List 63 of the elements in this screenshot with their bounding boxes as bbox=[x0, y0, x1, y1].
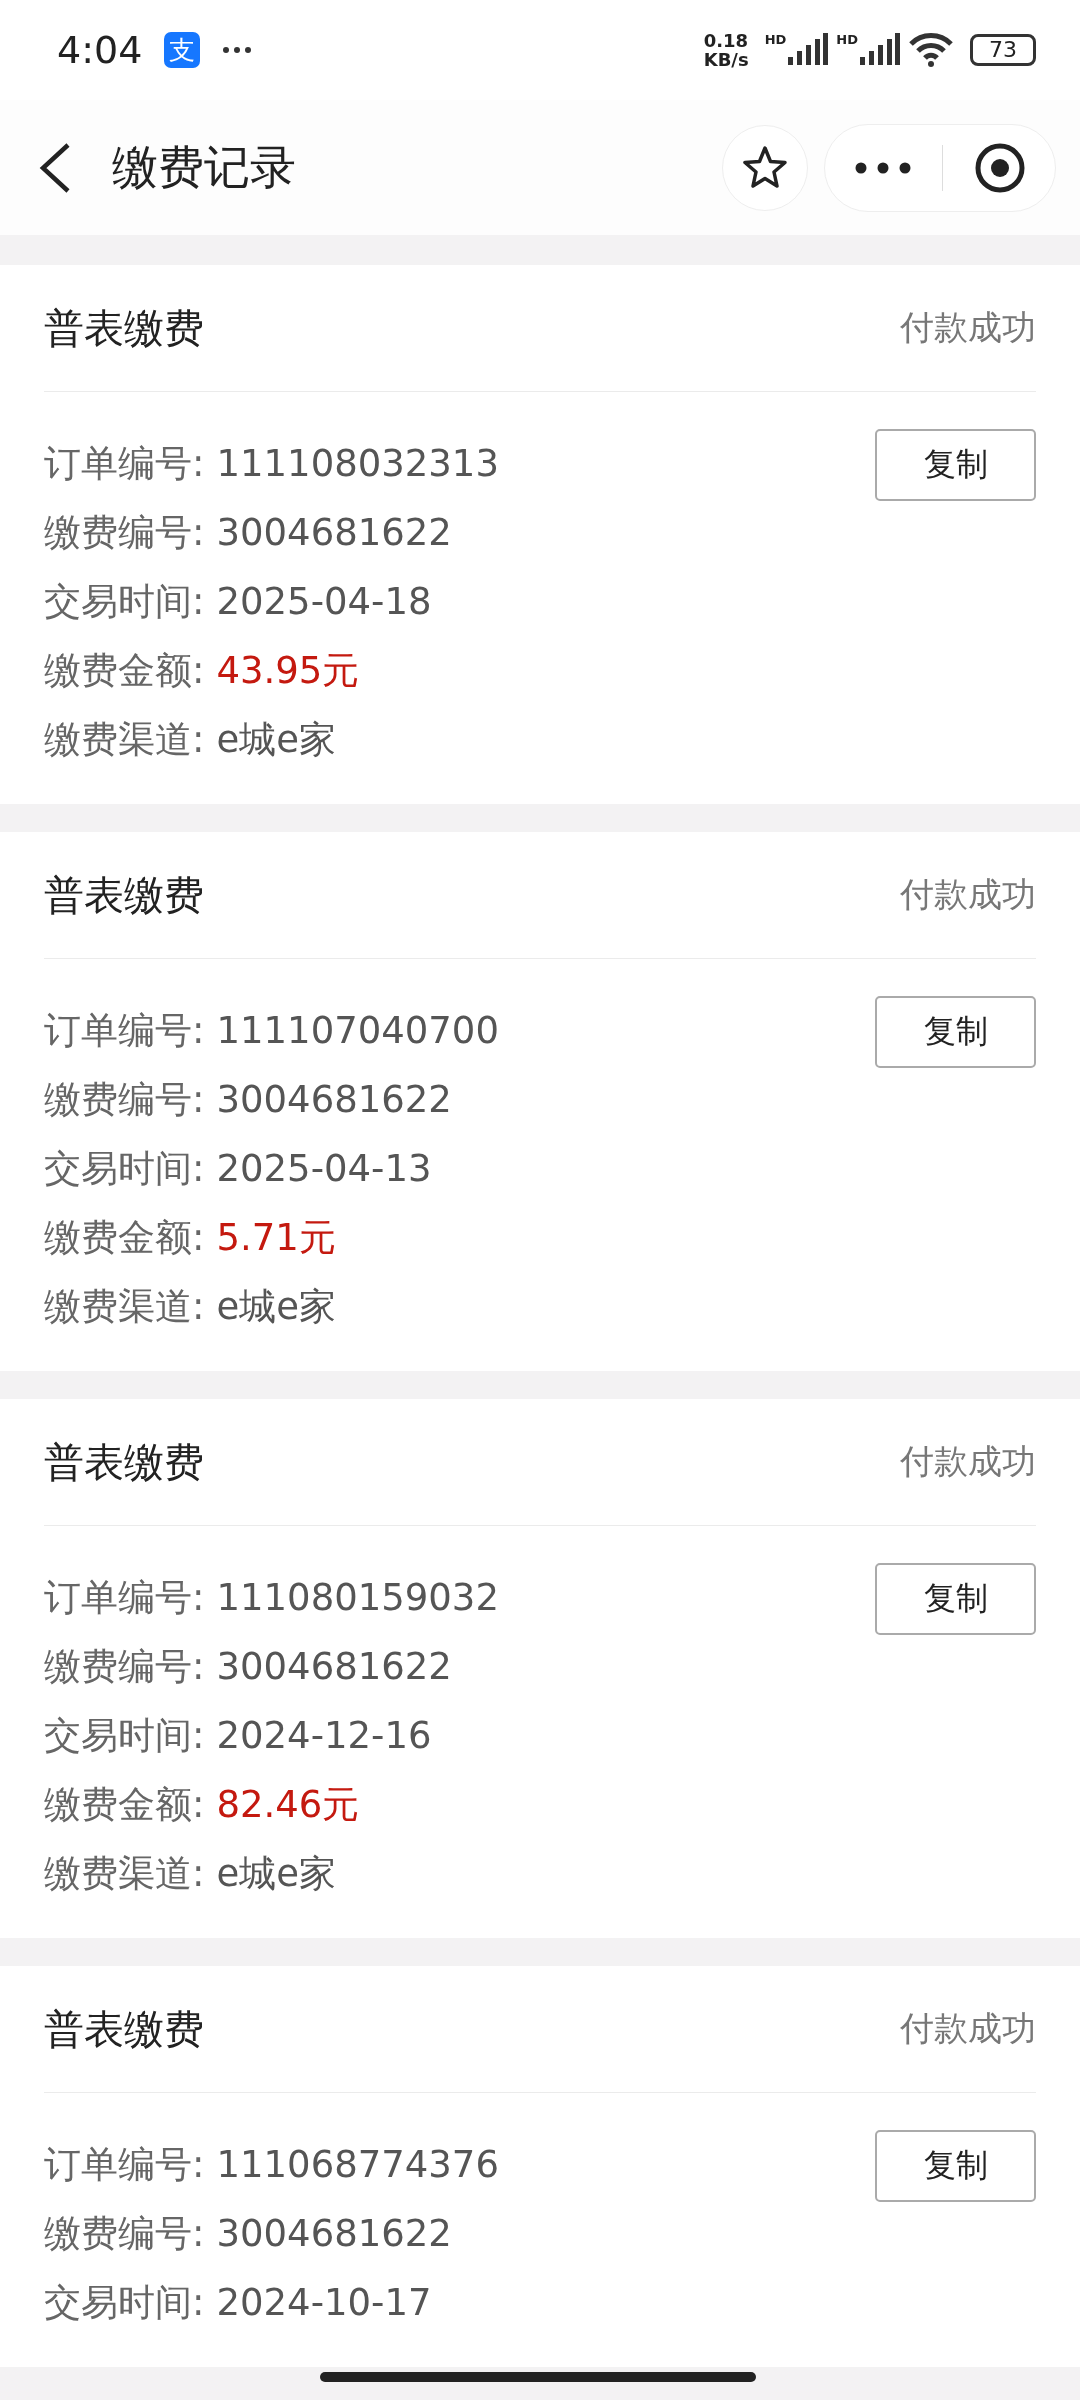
signal-icon bbox=[860, 33, 900, 67]
field-label: 交易时间: bbox=[44, 1145, 205, 1192]
field-label: 交易时间: bbox=[44, 2279, 205, 2326]
field-value: 111080159032 bbox=[216, 1576, 499, 1619]
close-icon[interactable] bbox=[973, 141, 1026, 194]
back-icon[interactable] bbox=[38, 141, 72, 194]
record-title: 普表缴费 bbox=[44, 2004, 204, 2054]
copy-button[interactable]: 复制 bbox=[875, 996, 1036, 1068]
field-label: 交易时间: bbox=[44, 578, 205, 625]
field-value: 111107040700 bbox=[216, 1009, 499, 1052]
field-label: 缴费渠道: bbox=[44, 716, 205, 763]
field-label: 订单编号: bbox=[44, 1574, 205, 1621]
field-value: 111108032313 bbox=[216, 442, 499, 485]
field-label: 订单编号: bbox=[44, 1007, 205, 1054]
field-label: 订单编号: bbox=[44, 2141, 205, 2188]
field-value: 2025-04-13 bbox=[216, 1147, 432, 1190]
hd-label: HD bbox=[836, 32, 858, 47]
status-time: 4:04 bbox=[57, 28, 143, 72]
field-label: 缴费编号: bbox=[44, 1076, 205, 1123]
field-value: 3004681622 bbox=[216, 1078, 452, 1121]
field-value: 82.46元 bbox=[216, 1781, 360, 1828]
field-value: 3004681622 bbox=[216, 2212, 452, 2255]
field-value: e城e家 bbox=[216, 716, 336, 763]
field-value: e城e家 bbox=[216, 1850, 336, 1897]
record-title: 普表缴费 bbox=[44, 1437, 204, 1487]
field-value: 111068774376 bbox=[216, 2143, 499, 2186]
menu-icon[interactable] bbox=[854, 161, 911, 174]
more-icon bbox=[222, 46, 253, 54]
network-speed: 0.18 KB/s bbox=[703, 31, 749, 69]
field-value: 3004681622 bbox=[216, 1645, 452, 1688]
copy-button[interactable]: 复制 bbox=[875, 2130, 1036, 2202]
copy-button[interactable]: 复制 bbox=[875, 1563, 1036, 1635]
battery-indicator: 73 bbox=[970, 34, 1036, 66]
field-value: 43.95元 bbox=[216, 647, 360, 694]
field-value: 2025-04-18 bbox=[216, 580, 432, 623]
field-label: 缴费编号: bbox=[44, 1643, 205, 1690]
record-title: 普表缴费 bbox=[44, 303, 204, 353]
field-value: 5.71元 bbox=[216, 1214, 336, 1261]
star-icon bbox=[742, 144, 788, 191]
field-value: e城e家 bbox=[216, 1283, 336, 1330]
field-label: 交易时间: bbox=[44, 1712, 205, 1759]
field-value: 2024-10-17 bbox=[216, 2281, 432, 2324]
payment-status: 付款成功 bbox=[900, 2007, 1036, 2050]
page-title: 缴费记录 bbox=[112, 138, 296, 196]
field-value: 3004681622 bbox=[216, 511, 452, 554]
payment-status: 付款成功 bbox=[900, 306, 1036, 349]
app-badge: 支 bbox=[164, 32, 201, 68]
payment-status: 付款成功 bbox=[900, 1440, 1036, 1483]
payment-status: 付款成功 bbox=[900, 873, 1036, 916]
field-label: 缴费渠道: bbox=[44, 1850, 205, 1897]
field-label: 缴费渠道: bbox=[44, 1283, 205, 1330]
field-label: 缴费金额: bbox=[44, 647, 205, 694]
record-title: 普表缴费 bbox=[44, 870, 204, 920]
signal-icon bbox=[788, 33, 829, 67]
field-value: 2024-12-16 bbox=[216, 1714, 432, 1757]
field-label: 缴费编号: bbox=[44, 509, 205, 556]
field-label: 缴费金额: bbox=[44, 1781, 205, 1828]
hd-label: HD bbox=[764, 32, 787, 47]
field-label: 缴费金额: bbox=[44, 1214, 205, 1261]
copy-button[interactable]: 复制 bbox=[875, 429, 1036, 501]
wifi-icon bbox=[908, 32, 954, 68]
field-label: 订单编号: bbox=[44, 440, 205, 487]
field-label: 缴费编号: bbox=[44, 2210, 205, 2257]
